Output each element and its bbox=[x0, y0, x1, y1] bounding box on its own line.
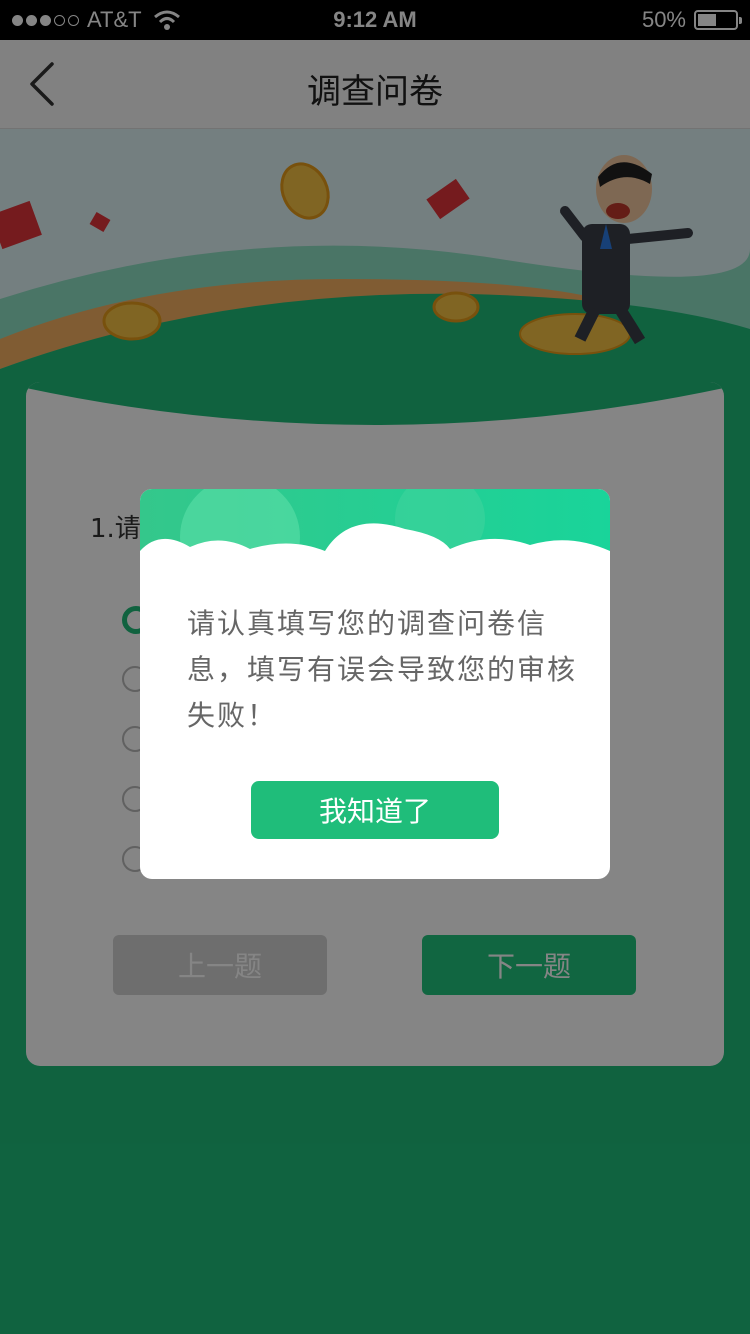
alert-dialog: 请认真填写您的调查问卷信息，填写有误会导致您的审核失败！ 我知道了 bbox=[140, 489, 610, 879]
alert-message: 请认真填写您的调查问卷信息，填写有误会导致您的审核失败！ bbox=[187, 607, 578, 732]
confirm-button[interactable]: 我知道了 bbox=[251, 781, 499, 839]
cloud-header bbox=[140, 489, 610, 579]
